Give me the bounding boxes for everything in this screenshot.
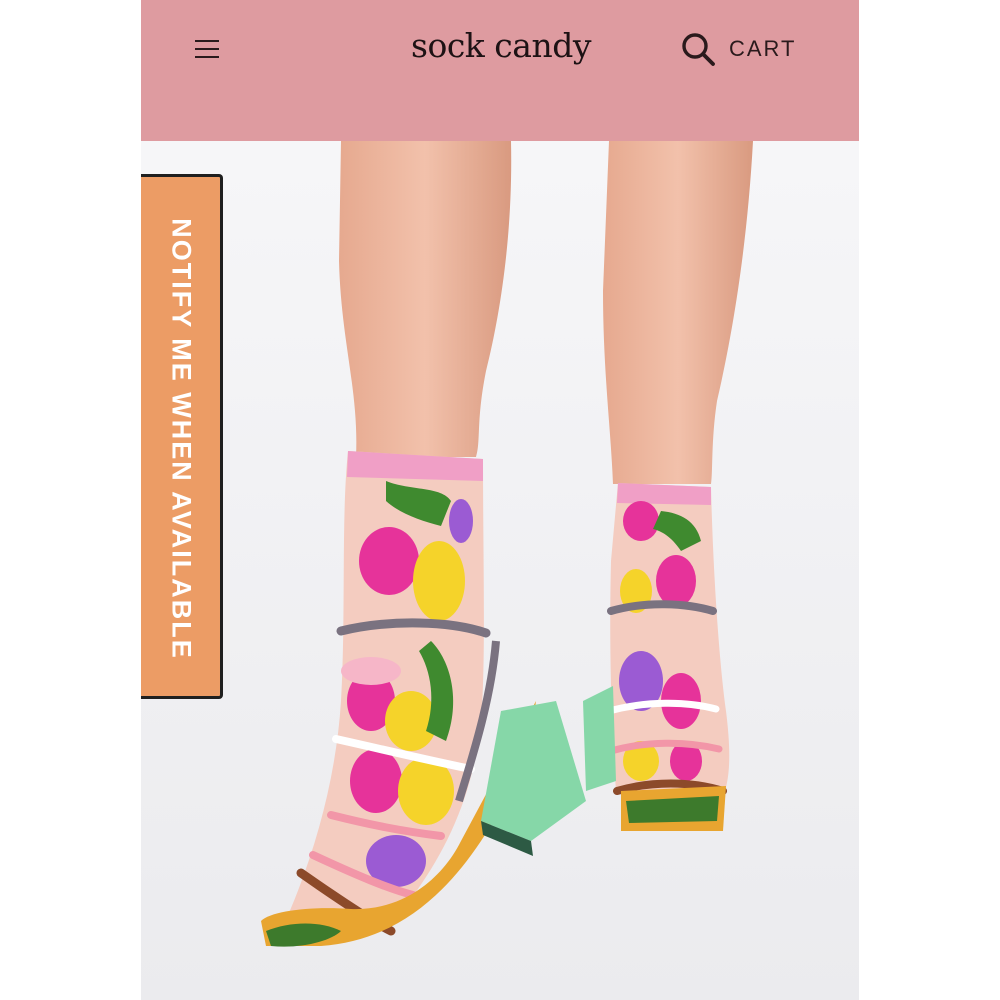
search-icon[interactable]	[679, 30, 719, 70]
site-logo[interactable]: sock candy	[411, 24, 591, 68]
page: sock candy CART NOTIFY ME WHEN AVAILABLE	[0, 0, 1000, 1000]
notify-me-label: NOTIFY ME WHEN AVAILABLE	[166, 218, 197, 660]
notify-me-button[interactable]: NOTIFY ME WHEN AVAILABLE	[141, 174, 223, 699]
cart-link[interactable]: CART	[729, 34, 797, 64]
store-frame: sock candy CART NOTIFY ME WHEN AVAILABLE	[141, 0, 859, 1000]
site-header: sock candy CART	[141, 0, 859, 141]
product-photo	[141, 141, 859, 1000]
hamburger-menu-icon[interactable]	[193, 36, 223, 62]
